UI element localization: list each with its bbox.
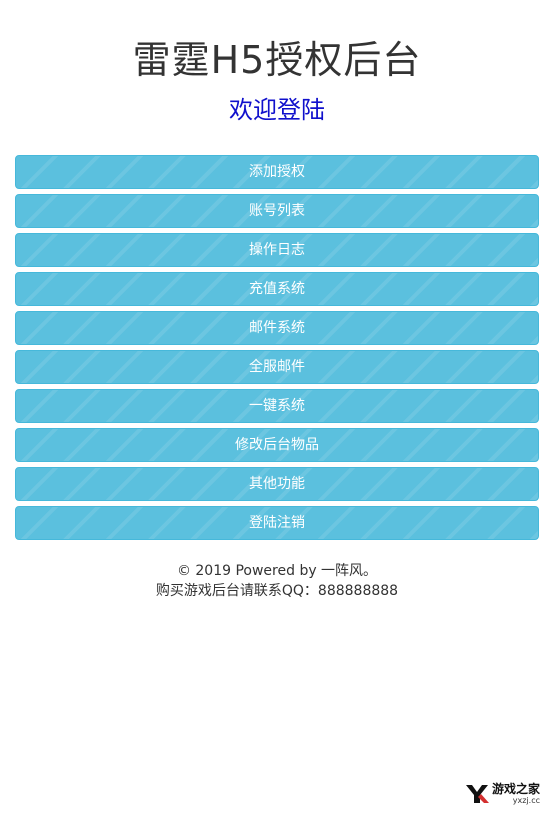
operation-log-button[interactable]: 操作日志 bbox=[15, 233, 539, 267]
account-list-button[interactable]: 账号列表 bbox=[15, 194, 539, 228]
header: 雷霆H5授权后台 欢迎登陆 bbox=[0, 0, 554, 126]
contact-text: 购买游戏后台请联系QQ：888888888 bbox=[155, 583, 399, 599]
add-authorization-button[interactable]: 添加授权 bbox=[15, 155, 539, 189]
copyright-text: © 2019 Powered by 一阵风。 bbox=[176, 563, 378, 579]
page-title: 雷霆H5授权后台 bbox=[132, 38, 422, 82]
recharge-system-button[interactable]: 充值系统 bbox=[15, 272, 539, 306]
one-click-system-button[interactable]: 一键系统 bbox=[15, 389, 539, 423]
watermark-url: yxzj.cc bbox=[512, 796, 541, 805]
other-functions-button[interactable]: 其他功能 bbox=[15, 467, 539, 501]
welcome-subtitle: 欢迎登陆 bbox=[229, 96, 325, 124]
footer: © 2019 Powered by 一阵风。 购买游戏后台请联系QQ：88888… bbox=[0, 561, 554, 601]
logout-button[interactable]: 登陆注销 bbox=[15, 506, 539, 540]
server-wide-mail-button[interactable]: 全服邮件 bbox=[15, 350, 539, 384]
mail-system-button[interactable]: 邮件系统 bbox=[15, 311, 539, 345]
watermark-logo: 游戏之家 yxzj.cc bbox=[464, 781, 544, 807]
yx-logo-icon bbox=[464, 781, 490, 807]
watermark-name: 游戏之家 bbox=[492, 782, 541, 796]
main-menu: 添加授权 账号列表 操作日志 充值系统 邮件系统 全服邮件 一键系统 修改后台物… bbox=[15, 155, 539, 545]
modify-items-button[interactable]: 修改后台物品 bbox=[15, 428, 539, 462]
